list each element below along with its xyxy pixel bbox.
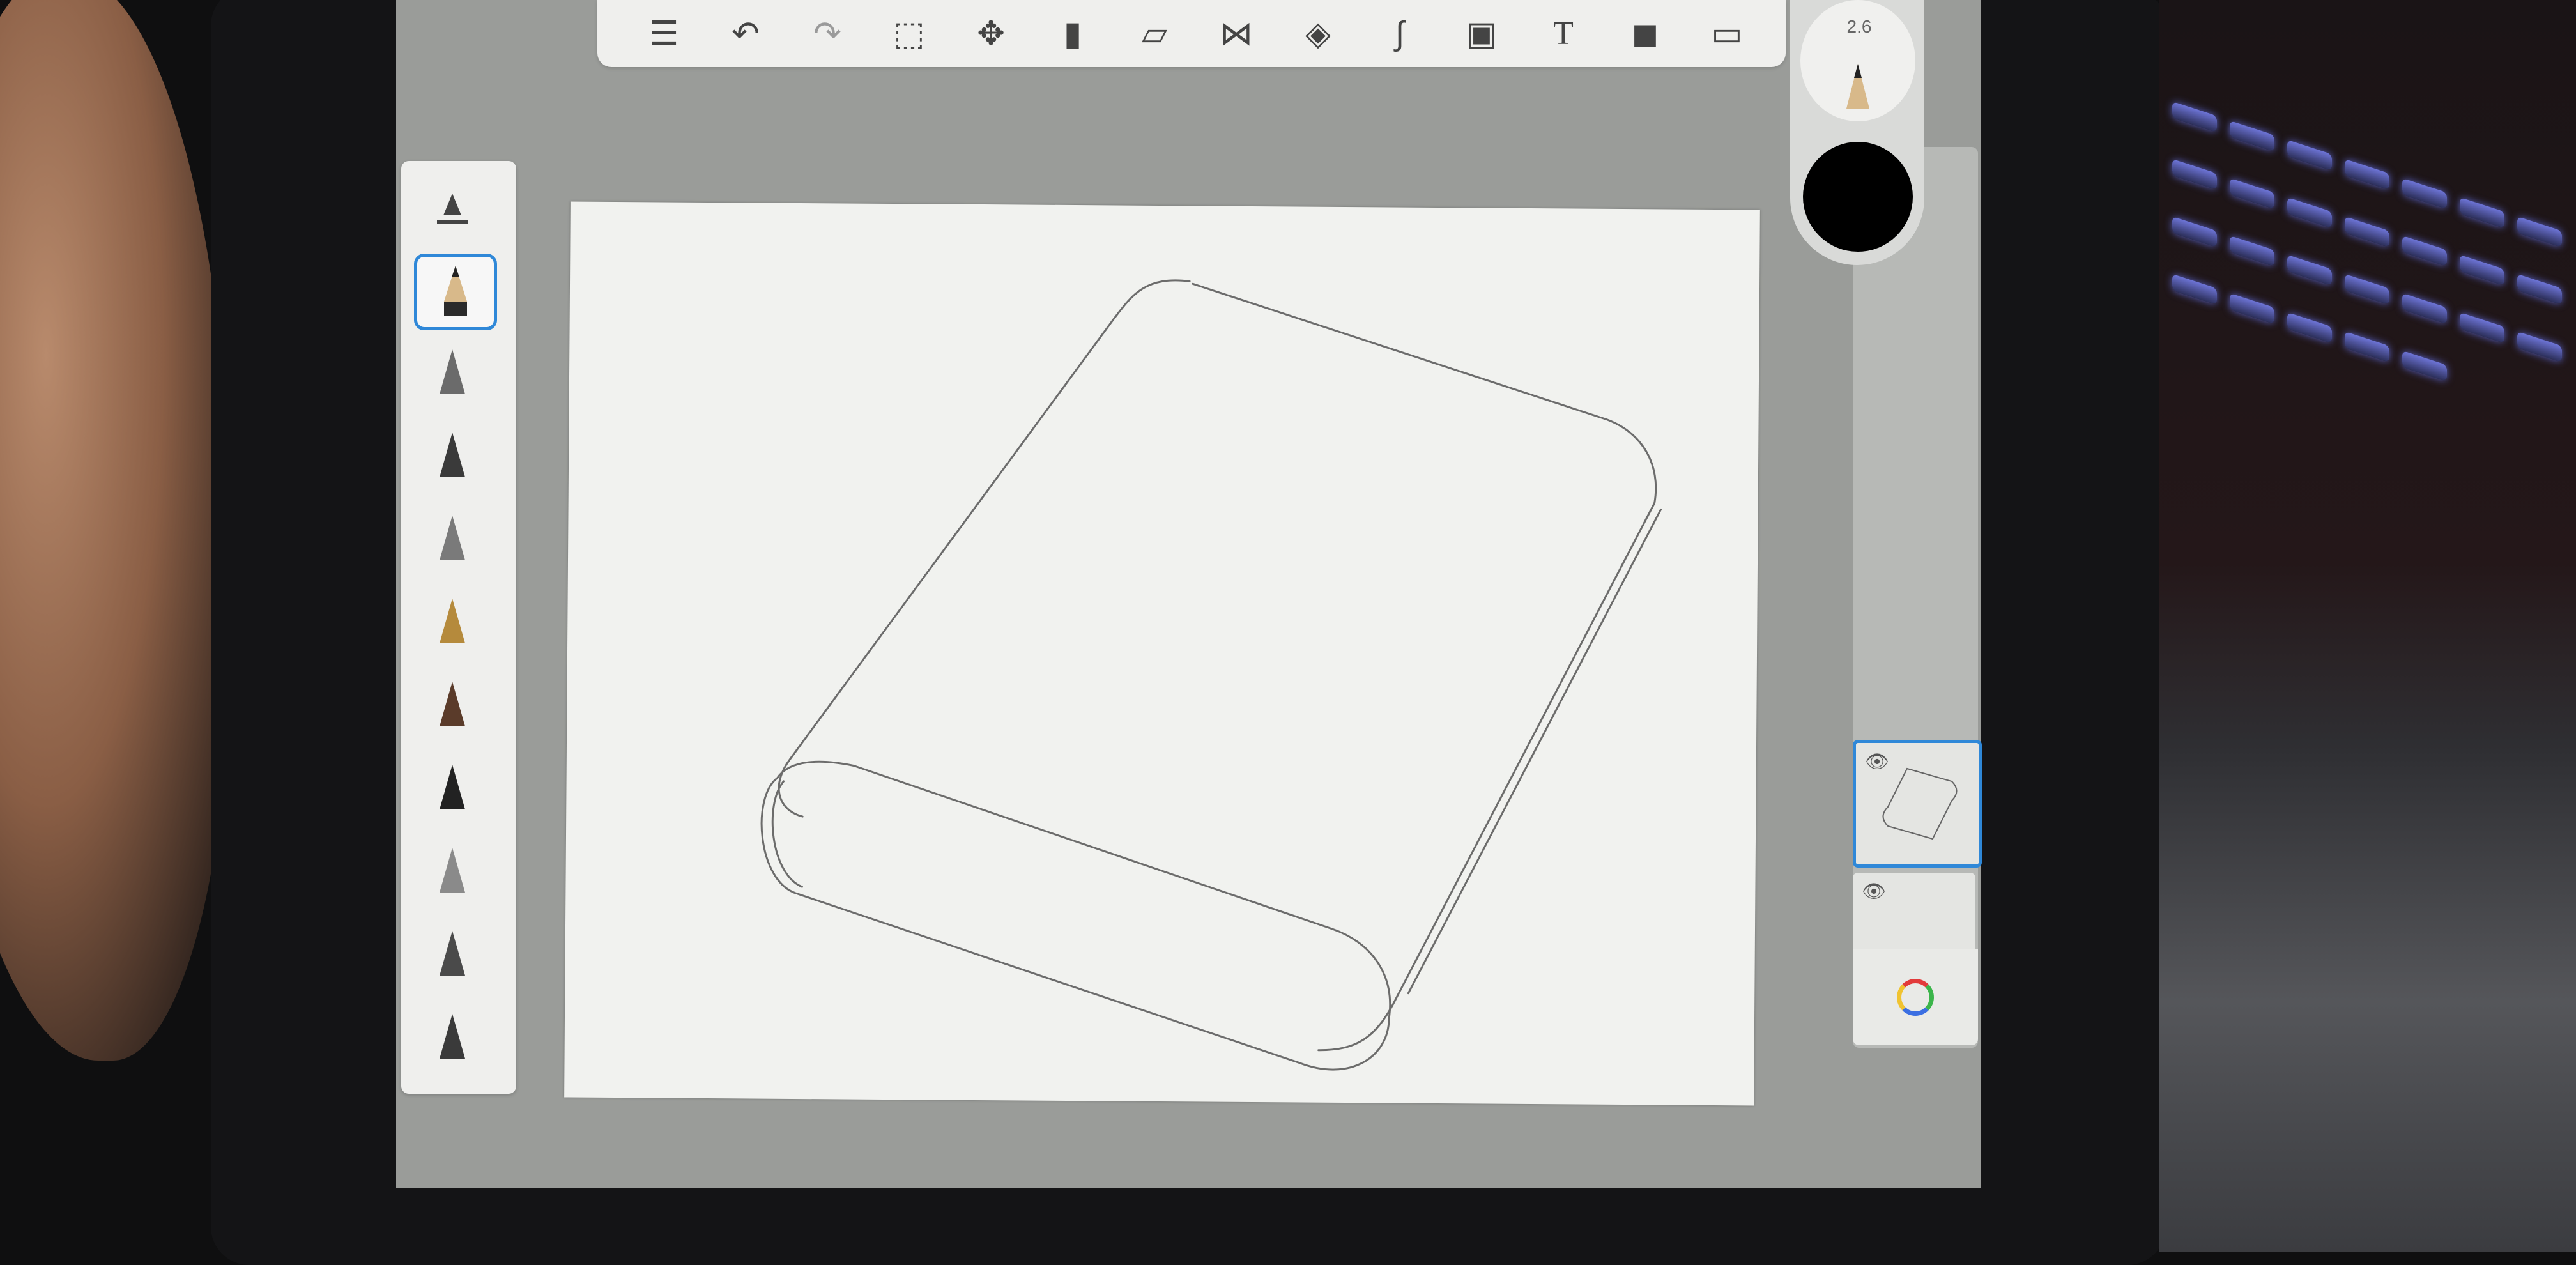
visibility-eye-icon[interactable]: 👁	[1865, 751, 1889, 773]
photographer-hand	[0, 0, 230, 1061]
ruler-icon[interactable]: ▱	[1114, 5, 1195, 63]
curve-icon[interactable]: ∫	[1359, 5, 1441, 63]
color-wheel-icon	[1897, 979, 1934, 1016]
undo-icon[interactable]: ↶	[705, 5, 786, 63]
eraser-brush-icon[interactable]	[414, 918, 491, 988]
text-icon[interactable]: T	[1522, 5, 1604, 63]
image-icon[interactable]: ▣	[1441, 5, 1522, 63]
top-toolbar: ☰ ↶ ↷ ⬚ ✥ ▮ ▱ ⋈ ◈ ∫ ▣ T ◼ ▭	[597, 0, 1786, 67]
background-laptop-keyboard	[2159, 0, 2576, 1252]
shapes-icon[interactable]: ◈	[1277, 5, 1359, 63]
record-icon[interactable]: ◼	[1604, 5, 1686, 63]
fill-icon[interactable]: ▮	[1032, 5, 1114, 63]
layer-thumbnail-active[interactable]: 👁	[1853, 740, 1982, 868]
redo-icon[interactable]: ↷	[786, 5, 868, 63]
brush-settings-icon[interactable]	[414, 174, 491, 244]
fullscreen-icon[interactable]: ▭	[1686, 5, 1768, 63]
current-color-swatch[interactable]	[1803, 142, 1913, 252]
selection-icon[interactable]: ⬚	[868, 5, 950, 63]
smudge-brush-icon[interactable]	[414, 1001, 491, 1071]
felt-tip-brush-icon[interactable]	[414, 503, 491, 573]
fountain-pen-brush-icon[interactable]	[414, 586, 491, 656]
ink-pen-brush-icon[interactable]	[414, 420, 491, 490]
airbrush-icon[interactable]	[414, 835, 491, 905]
transform-icon[interactable]: ✥	[950, 5, 1032, 63]
brush-library-panel	[401, 161, 516, 1094]
layers-list-icon[interactable]: ☰	[623, 5, 705, 63]
paint-brush-icon[interactable]	[414, 669, 491, 739]
pencil-brush-icon[interactable]	[414, 254, 497, 330]
marker-brush-icon[interactable]	[414, 337, 491, 407]
visibility-eye-icon[interactable]: 👁	[1862, 880, 1886, 903]
symmetry-icon[interactable]: ⋈	[1195, 5, 1277, 63]
pencil-sketch	[760, 279, 1662, 1071]
color-wheel-button[interactable]	[1853, 949, 1978, 1045]
brush-size-value: 2.6	[1846, 17, 1872, 36]
chisel-brush-icon[interactable]	[414, 752, 491, 822]
drawing-canvas[interactable]	[564, 201, 1760, 1106]
